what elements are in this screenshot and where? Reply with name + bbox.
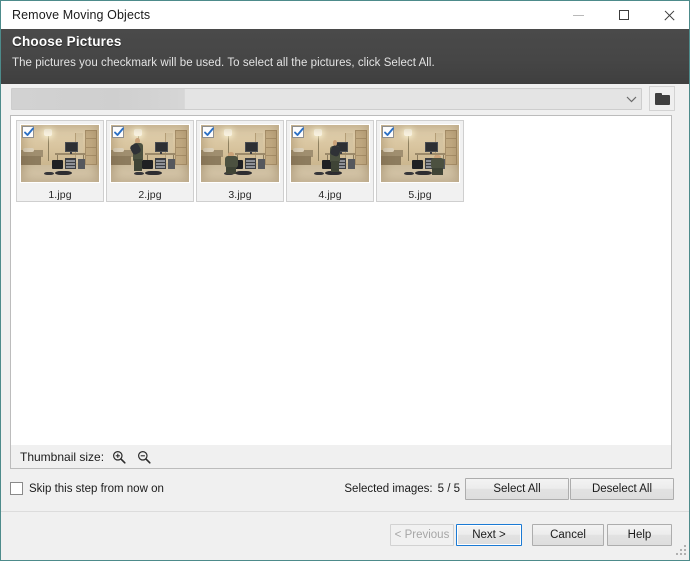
folder-path-combobox[interactable]: [11, 88, 642, 110]
minimize-button[interactable]: [556, 1, 601, 29]
thumbnail-item[interactable]: 1.jpg: [16, 120, 104, 202]
thumbnail-label: 4.jpg: [318, 189, 342, 201]
window-title: Remove Moving Objects: [12, 8, 151, 22]
thumbnail-size-bar: Thumbnail size:: [10, 445, 672, 469]
maximize-icon: [618, 10, 629, 20]
footer-bar: < Previous Next > Cancel Help: [1, 512, 689, 560]
window-controls: [556, 1, 689, 29]
thumbnail-size-label: Thumbnail size:: [20, 449, 105, 464]
thumbnail-grid: 1.jpg 2.jpg 3.jpg 4.jpg 5.jpg: [16, 120, 464, 202]
banner-title: Choose Pictures: [12, 34, 122, 49]
thumbnail-image: [380, 124, 460, 183]
thumbnail-item[interactable]: 3.jpg: [196, 120, 284, 202]
cancel-button[interactable]: Cancel: [532, 524, 604, 546]
folder-icon: [654, 92, 670, 105]
thumbnail-checkbox[interactable]: [22, 126, 34, 138]
checkbox-box: [10, 482, 23, 495]
close-icon: [663, 9, 675, 21]
title-bar: Remove Moving Objects: [1, 1, 689, 29]
thumbnail-item[interactable]: 4.jpg: [286, 120, 374, 202]
browse-folder-button[interactable]: [649, 86, 675, 111]
deselect-all-button[interactable]: Deselect All: [570, 478, 674, 500]
magnifier-minus-icon[interactable]: [134, 447, 154, 467]
maximize-button[interactable]: [601, 1, 646, 29]
select-all-button[interactable]: Select All: [465, 478, 569, 500]
chevron-down-icon[interactable]: [621, 89, 641, 109]
close-button[interactable]: [646, 1, 689, 29]
thumbnail-checkbox[interactable]: [112, 126, 124, 138]
remove-moving-objects-window: Remove Moving Objects Choose Pictures Th…: [0, 0, 690, 561]
thumbnail-label: 2.jpg: [138, 189, 162, 201]
thumbnail-label: 1.jpg: [48, 189, 72, 201]
thumbnail-item[interactable]: 2.jpg: [106, 120, 194, 202]
banner-subtitle: The pictures you checkmark will be used.…: [12, 57, 435, 69]
folder-path-row: [1, 84, 689, 114]
resize-grip[interactable]: [676, 545, 688, 557]
selected-images-status: Selected images: 5 / 5: [344, 483, 460, 495]
thumbnail-checkbox[interactable]: [202, 126, 214, 138]
folder-path-value-redacted: [12, 89, 185, 109]
step-banner: Choose Pictures The pictures you checkma…: [1, 29, 689, 84]
next-button[interactable]: Next >: [456, 524, 522, 546]
thumbnail-image: [290, 124, 370, 183]
thumbnail-checkbox[interactable]: [292, 126, 304, 138]
skip-step-checkbox[interactable]: Skip this step from now on: [10, 482, 164, 495]
thumbnail-checkbox[interactable]: [382, 126, 394, 138]
magnifier-plus-icon[interactable]: [109, 447, 129, 467]
selected-images-value: 5 / 5: [437, 483, 460, 495]
help-button[interactable]: Help: [607, 524, 672, 546]
picture-list-panel[interactable]: 1.jpg 2.jpg 3.jpg 4.jpg 5.jpg: [10, 115, 672, 469]
previous-button[interactable]: < Previous: [390, 524, 454, 546]
thumbnail-label: 3.jpg: [228, 189, 252, 201]
selected-images-label: Selected images:: [344, 483, 433, 495]
minimize-icon: [573, 14, 584, 16]
thumbnail-image: [110, 124, 190, 183]
thumbnail-item[interactable]: 5.jpg: [376, 120, 464, 202]
thumbnail-label: 5.jpg: [408, 189, 432, 201]
thumbnail-image: [200, 124, 280, 183]
thumbnail-image: [20, 124, 100, 183]
skip-step-label: Skip this step from now on: [29, 482, 164, 495]
